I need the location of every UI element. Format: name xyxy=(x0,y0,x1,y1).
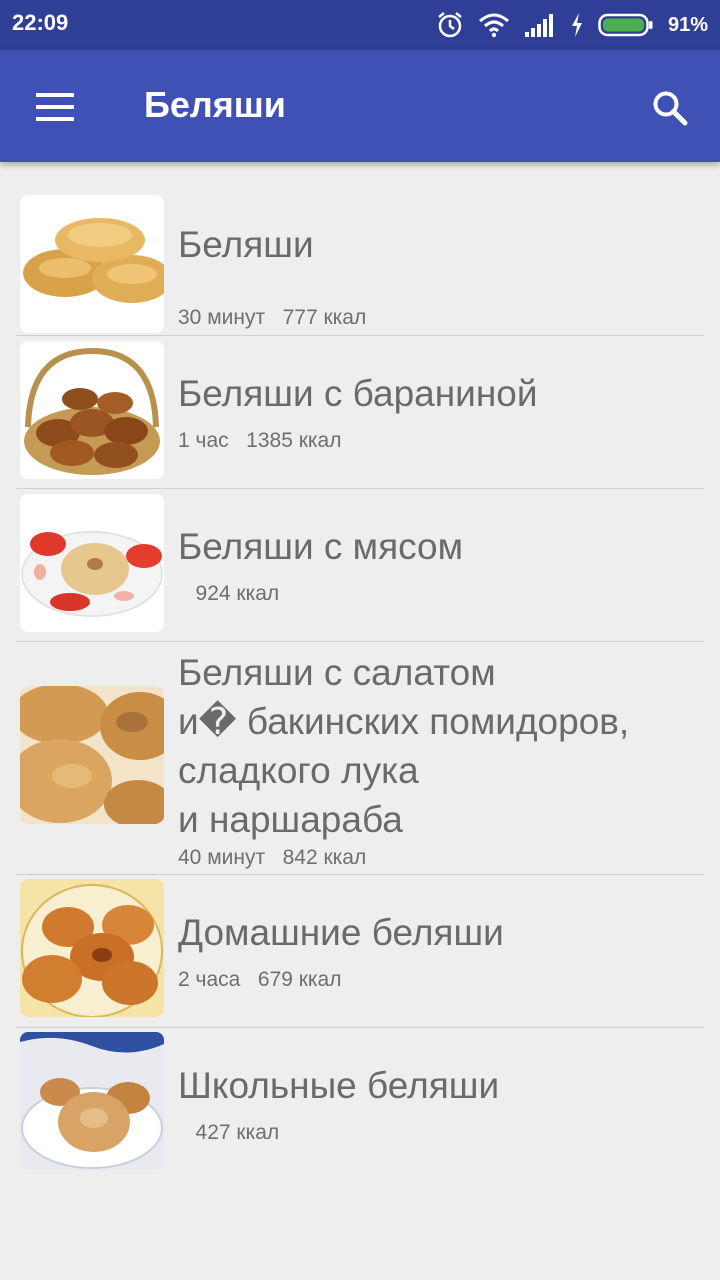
recipe-time: 40 минут xyxy=(178,846,266,869)
recipe-item[interactable]: Беляши с бараниной 1 час 1385 ккал xyxy=(16,336,704,489)
recipe-meta: 40 минут 842 ккал xyxy=(178,846,366,870)
status-bar: 22:09 91% xyxy=(0,0,720,50)
toolbar: Беляши xyxy=(0,50,720,162)
recipe-item[interactable]: Беляши 30 минут 777 ккал xyxy=(16,192,704,336)
battery-percent: 91% xyxy=(667,13,708,36)
recipe-title: Школьные беляши xyxy=(178,1065,500,1106)
recipe-kcal: 1385 ккал xyxy=(246,429,342,452)
recipe-thumbnail xyxy=(20,341,164,479)
recipe-thumbnail xyxy=(20,686,164,824)
battery-icon xyxy=(598,12,654,38)
recipe-kcal: 842 ккал xyxy=(282,846,367,869)
recipe-meta: 924 ккал xyxy=(178,582,280,606)
page-title: Беляши xyxy=(144,84,286,125)
recipe-item[interactable]: Беляши с салатом и� бакинских помидоров,… xyxy=(16,642,704,875)
recipe-kcal: 679 ккал xyxy=(257,968,342,991)
alarm-icon xyxy=(436,11,464,39)
recipe-thumbnail xyxy=(20,879,164,1017)
recipe-time: 30 минут xyxy=(178,306,266,329)
recipe-kcal: 427 ккал xyxy=(195,1121,280,1144)
recipe-title: Беляши xyxy=(178,224,314,265)
recipe-title: Беляши с салатом и� бакинских помидоров,… xyxy=(178,652,630,840)
recipe-title: Домашние беляши xyxy=(178,912,504,953)
recipe-thumbnail xyxy=(20,494,164,632)
wifi-icon xyxy=(478,12,510,38)
recipe-thumbnail xyxy=(20,195,164,333)
recipe-meta: 1 час 1385 ккал xyxy=(178,429,341,453)
recipe-meta: 30 минут 777 ккал xyxy=(178,306,366,330)
search-button[interactable] xyxy=(642,80,698,136)
recipe-title: Беляши с бараниной xyxy=(178,373,538,414)
recipe-kcal: 924 ккал xyxy=(195,582,280,605)
recipe-meta: 2 часа 679 ккал xyxy=(178,968,342,992)
recipe-item[interactable]: Беляши с мясом 924 ккал xyxy=(16,489,704,642)
recipe-kcal: 777 ккал xyxy=(282,306,367,329)
recipe-title: Беляши с мясом xyxy=(178,526,464,567)
recipe-thumbnail xyxy=(20,1032,164,1170)
signal-icon xyxy=(524,12,556,38)
recipe-meta: 427 ккал xyxy=(178,1121,280,1145)
menu-button[interactable] xyxy=(26,76,86,136)
recipe-item[interactable]: Домашние беляши 2 часа 679 ккал xyxy=(16,875,704,1028)
recipe-time: 2 часа xyxy=(178,968,241,991)
charging-icon xyxy=(570,13,584,37)
recipe-time: 1 час xyxy=(178,429,229,452)
recipe-item[interactable]: Школьные беляши 427 ккал xyxy=(16,1028,704,1180)
status-time: 22:09 xyxy=(12,10,69,35)
